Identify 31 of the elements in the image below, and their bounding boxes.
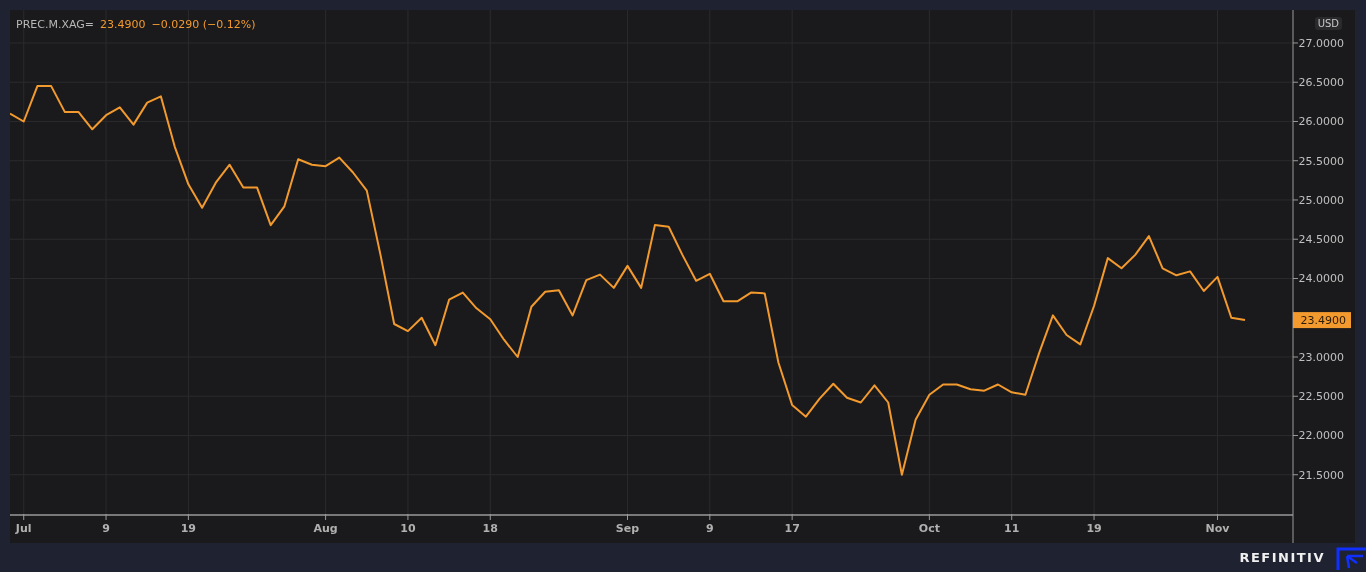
x-axis-label: 19 [180,522,197,535]
x-axis-label: 18 [482,522,498,535]
x-axis-label: Oct [918,522,940,535]
symbol-label: PREC.M.XAG= [16,18,94,31]
y-axis-label: 21.5000 [1298,468,1344,482]
y-axis-label: 23.0000 [1298,351,1344,364]
x-axis-label: 10 [400,522,416,535]
y-axis-label: 22.0000 [1298,429,1344,443]
price-change: −0.0290 (−0.12%) [151,18,256,31]
y-axis-label: 25.0000 [1298,194,1344,207]
price-value: 23.4900 [100,18,146,31]
x-axis-label: Aug [313,522,338,535]
y-axis-label: 26.0000 [1298,115,1344,129]
y-axis-label: 24.0000 [1298,272,1344,286]
y-axis-label: 27.0000 [1298,36,1344,50]
x-axis-label: 9 [102,522,110,535]
x-axis-label: 17 [784,522,800,535]
currency-badge: USD [1314,17,1342,30]
y-axis-label: 22.5000 [1298,390,1344,404]
y-axis-label: 26.5000 [1298,76,1344,90]
x-axis-label: 19 [1086,522,1102,535]
y-axis-label: 25.5000 [1298,154,1344,168]
x-axis-label: Nov [1205,522,1230,535]
y-axis-label: 24.5000 [1298,233,1344,247]
brand-wordmark: REFINITIV [1239,550,1325,565]
x-axis-label: 9 [706,522,714,535]
x-axis-label: Sep [615,522,640,535]
x-axis-label: 11 [1004,522,1020,535]
brand-logo-icon [1335,545,1366,570]
last-price-tag: 23.4900 [1293,312,1351,329]
x-axis-label: Jul [15,522,32,535]
